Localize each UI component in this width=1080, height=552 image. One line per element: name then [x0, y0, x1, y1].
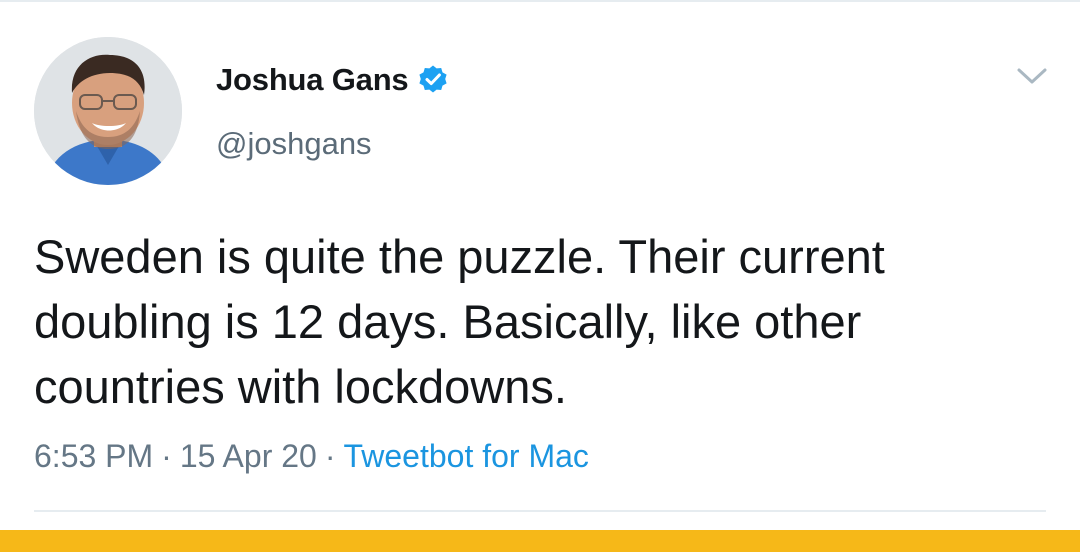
avatar[interactable]: [34, 37, 182, 185]
top-divider: [0, 0, 1080, 2]
tweet-time[interactable]: 6:53 PM: [34, 438, 153, 474]
bottom-divider: [34, 510, 1046, 512]
avatar-image: [34, 37, 182, 185]
tweet-meta: 6:53 PM · 15 Apr 20 · Tweetbot for Mac: [34, 438, 589, 475]
author-display-name[interactable]: Joshua Gans: [216, 62, 409, 98]
verified-badge-icon: [417, 64, 449, 96]
chevron-down-icon[interactable]: [1014, 64, 1050, 88]
tweet-source-link[interactable]: Tweetbot for Mac: [343, 438, 588, 474]
meta-separator: ·: [161, 438, 172, 474]
accent-bar: [0, 530, 1080, 552]
tweet-text: Sweden is quite the puzzle. Their curren…: [34, 230, 885, 413]
author-name-row: Joshua Gans: [216, 60, 449, 100]
tweet-date[interactable]: 15 Apr 20: [180, 438, 317, 474]
meta-separator: ·: [324, 438, 336, 474]
author-handle[interactable]: @joshgans: [216, 126, 372, 162]
